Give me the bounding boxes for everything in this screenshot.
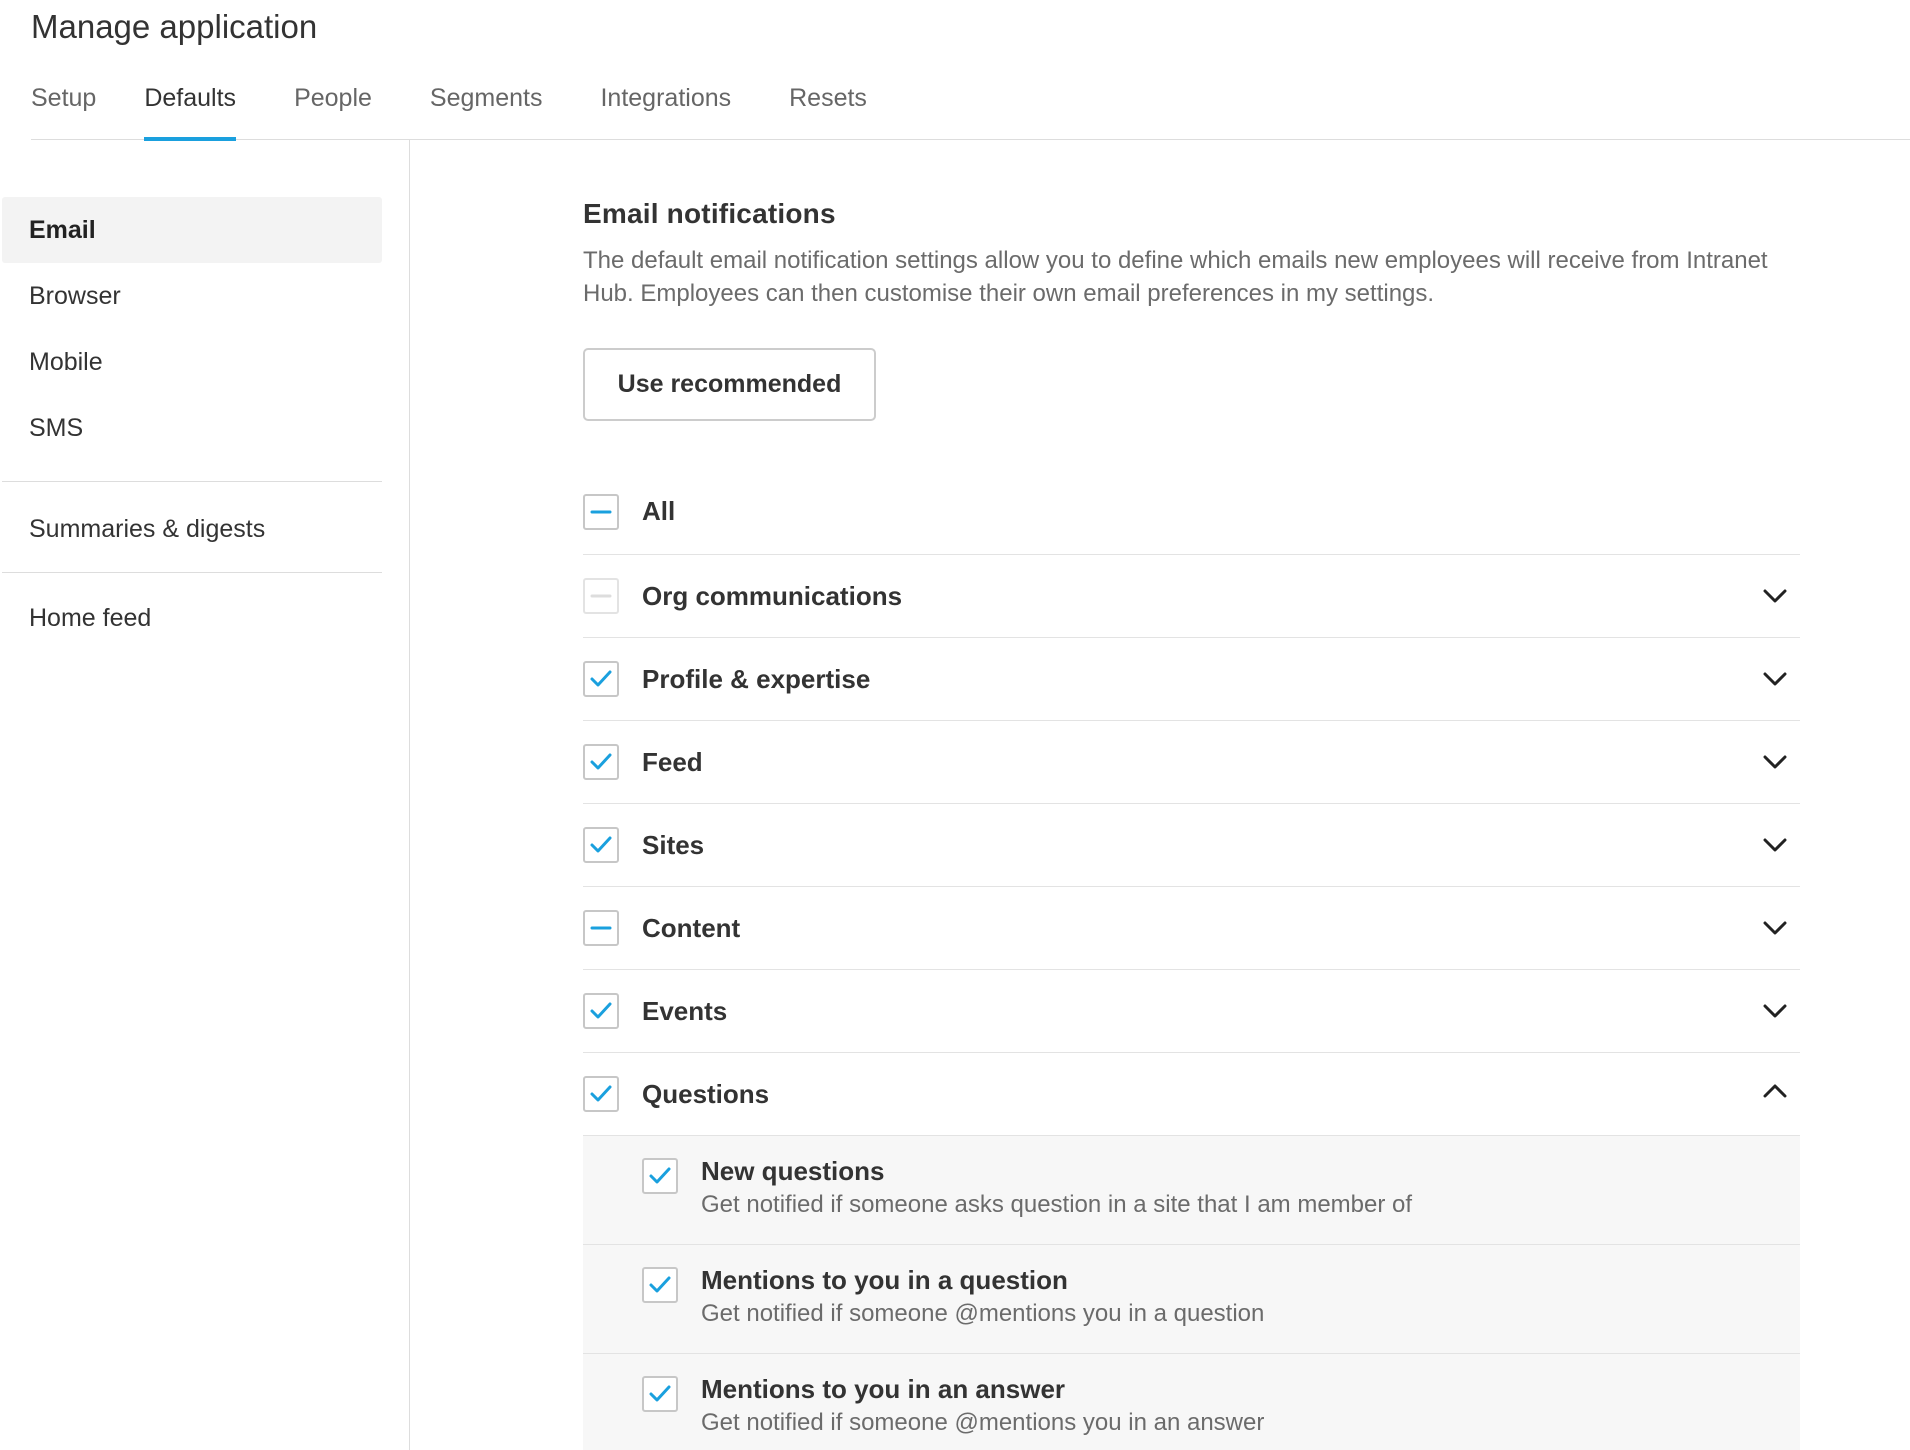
all-label: All [642,496,676,526]
category-checkbox[interactable] [583,744,619,780]
chevron-up-icon[interactable] [1760,1076,1790,1106]
sidebar-channels: Email Browser Mobile SMS [0,140,409,481]
tab-integrations[interactable]: Integrations [600,72,731,140]
category-row-profile-expertise: Profile & expertise [583,638,1800,721]
category-checkbox[interactable] [583,993,619,1029]
all-row: All [583,469,1800,555]
sidebar-item-summaries-digests[interactable]: Summaries & digests [2,496,382,562]
subitem-texts: New questions Get notified if someone as… [701,1156,1413,1220]
chevron-down-icon[interactable] [1760,830,1790,860]
sidebar-home-feed-group: Home feed [0,573,409,651]
category-label: Content [642,912,741,943]
subitem-checkbox[interactable] [642,1267,678,1303]
minus-icon [590,926,612,930]
tab-segments[interactable]: Segments [430,72,543,140]
check-icon [649,1167,671,1184]
manage-application-page: Manage application Setup Defaults People… [0,0,1910,1450]
check-icon [590,753,612,770]
sidebar-item-email[interactable]: Email [2,197,382,263]
category-row-events: Events [583,970,1800,1053]
chevron-down-icon[interactable] [1760,664,1790,694]
category-checkbox[interactable] [583,1076,619,1112]
tab-resets[interactable]: Resets [789,72,867,140]
subitem-description: Get notified if someone @mentions you in… [701,1409,1265,1436]
tab-defaults[interactable]: Defaults [144,72,236,141]
chevron-down-icon[interactable] [1760,996,1790,1026]
chevron-down-icon[interactable] [1760,747,1790,777]
subitem-title: Mentions to you in an answer [701,1374,1066,1404]
category-checkbox[interactable] [583,827,619,863]
subitem-row: Mentions to you in an answer Get notifie… [583,1354,1800,1450]
category-row-sites: Sites [583,804,1800,887]
subitem-description: Get notified if someone @mentions you in… [701,1300,1265,1327]
subitem-checkbox[interactable] [642,1158,678,1194]
subitem-description: Get notified if someone asks question in… [701,1191,1413,1218]
category-row-questions: Questions [583,1053,1800,1136]
all-checkbox[interactable] [583,493,619,530]
page-title: Manage application [31,8,318,45]
sidebar-summaries-group: Summaries & digests [0,482,409,572]
subitem-texts: Mentions to you in a question Get notifi… [701,1265,1265,1329]
minus-icon [590,510,612,513]
tab-setup[interactable]: Setup [31,72,96,140]
subitem-row: Mentions to you in a question Get notifi… [583,1245,1800,1354]
category-label: Events [642,995,728,1026]
category-row-feed: Feed [583,721,1800,804]
category-label: Feed [642,746,703,777]
category-label: Org communications [642,580,903,611]
category-checkbox[interactable] [583,910,619,946]
section-title: Email notifications [583,198,836,229]
sidebar-item-mobile[interactable]: Mobile [2,329,382,395]
subitem-texts: Mentions to you in an answer Get notifie… [701,1374,1265,1438]
check-icon [590,670,612,687]
subitem-row: New questions Get notified if someone as… [583,1136,1800,1245]
category-label: Profile & expertise [642,663,871,694]
check-icon [590,1002,612,1019]
category-checkbox[interactable] [583,578,619,614]
notification-list: All Org communications Profile & experti… [583,469,1800,1450]
subitem-title: New questions [701,1156,885,1186]
tab-people[interactable]: People [294,72,372,140]
tab-bar: Setup Defaults People Segments Integrati… [31,72,1910,141]
check-icon [590,1085,612,1102]
category-label: Sites [642,829,705,860]
section-description: The default email notification settings … [583,247,1768,307]
subitem-title: Mentions to you in a question [701,1265,1068,1295]
chevron-down-icon[interactable] [1760,913,1790,943]
category-row-content: Content [583,887,1800,970]
subitem-checkbox[interactable] [642,1376,678,1412]
category-checkbox[interactable] [583,661,619,697]
sidebar: Email Browser Mobile SMS Summaries & dig… [0,140,410,1450]
minus-icon [590,594,612,598]
sidebar-item-home-feed[interactable]: Home feed [2,585,382,651]
category-row-org-communications: Org communications [583,555,1800,638]
chevron-down-icon[interactable] [1760,581,1790,611]
use-recommended-button[interactable]: Use recommended [583,348,876,421]
sidebar-item-browser[interactable]: Browser [2,263,382,329]
sidebar-item-sms[interactable]: SMS [2,395,382,461]
main-content: Email notifications The default email no… [583,140,1800,1450]
category-label: Questions [642,1078,770,1109]
questions-subitems: New questions Get notified if someone as… [583,1136,1800,1450]
check-icon [649,1385,671,1402]
check-icon [649,1276,671,1293]
check-icon [590,836,612,853]
